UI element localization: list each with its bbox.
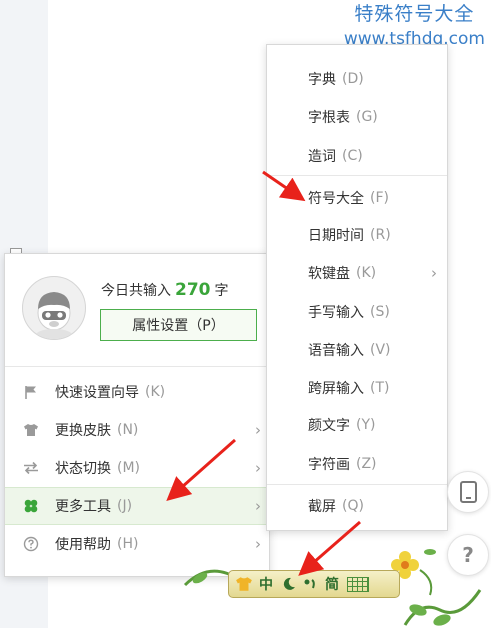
submenu-item-cross-screen[interactable]: 跨屏输入 (T) (267, 372, 447, 404)
avatar[interactable] (22, 276, 86, 340)
chevron-right-icon: › (255, 421, 261, 439)
punctuation-icon[interactable] (303, 576, 319, 592)
chevron-right-icon: › (431, 264, 437, 282)
submenu-item-radical-table[interactable]: 字根表 (G) (267, 101, 447, 133)
ime-context-menu: 今日共输入 270 字 属性设置（P） 快速设置向导 (K) 更换皮肤 (N) › … (4, 253, 270, 577)
input-count-prefix: 今日共输入 (101, 283, 171, 299)
more-tools-submenu: 字典 (D) 字根表 (G) 造词 (C) 符号大全 (F) 日期时间 (R) … (266, 44, 448, 531)
divider (267, 484, 447, 485)
menu-item-shortcut: (K) (145, 384, 166, 400)
submenu-item-label: 截屏 (308, 499, 336, 515)
submenu-item-screenshot[interactable]: 截屏 (Q) (267, 490, 447, 522)
soft-keyboard-icon[interactable] (347, 576, 369, 592)
switch-arrows-icon (23, 460, 39, 476)
menu-item-label: 更多工具 (55, 499, 111, 515)
submenu-item-shortcut: (K) (356, 265, 377, 281)
today-input-count: 今日共输入 270 字 (101, 280, 229, 300)
attribute-settings-button[interactable]: 属性设置（P） (100, 309, 257, 341)
submenu-item-label: 字典 (308, 72, 336, 88)
submenu-item-voice-input[interactable]: 语音输入 (V) (267, 334, 447, 366)
submenu-item-label: 符号大全 (308, 191, 364, 207)
tablet-button[interactable] (447, 471, 489, 513)
menu-item-quick-setup[interactable]: 快速设置向导 (K) (5, 374, 267, 410)
chevron-right-icon: › (255, 497, 261, 515)
submenu-item-date-time[interactable]: 日期时间 (R) (267, 219, 447, 251)
menu-item-shortcut: (H) (117, 536, 139, 552)
tshirt-icon (23, 422, 39, 438)
watermark-title: 特殊符号大全 (354, 3, 475, 25)
submenu-item-shortcut: (R) (370, 227, 391, 243)
submenu-item-shortcut: (S) (370, 304, 390, 320)
submenu-item-handwriting[interactable]: 手写输入 (S) (267, 296, 447, 328)
half-width-moon-icon[interactable] (281, 576, 297, 592)
submenu-item-char-art[interactable]: 字符画 (Z) (267, 448, 447, 480)
submenu-item-label: 跨屏输入 (308, 381, 364, 397)
submenu-item-label: 颜文字 (308, 418, 350, 434)
help-circle-icon (23, 536, 39, 552)
menu-item-label: 更换皮肤 (55, 423, 111, 439)
submenu-item-label: 语音输入 (308, 343, 364, 359)
menu-item-label: 快速设置向导 (55, 385, 139, 401)
submenu-item-soft-keyboard[interactable]: 软键盘 (K) › (267, 257, 447, 289)
skin-tshirt-icon[interactable] (235, 576, 253, 592)
divider (5, 366, 269, 367)
submenu-item-label: 日期时间 (308, 228, 364, 244)
menu-item-shortcut: (J) (117, 498, 133, 514)
ime-status-bar[interactable]: 中 简 (228, 570, 400, 598)
submenu-item-shortcut: (T) (370, 380, 390, 396)
simplified-mode-toggle[interactable]: 简 (325, 574, 339, 594)
chevron-right-icon: › (255, 459, 261, 477)
submenu-item-shortcut: (Q) (342, 498, 364, 514)
submenu-item-label: 软键盘 (308, 266, 350, 282)
submenu-item-shortcut: (F) (370, 190, 389, 206)
submenu-item-shortcut: (D) (342, 71, 364, 87)
menu-item-label: 状态切换 (55, 461, 111, 477)
input-count-number: 270 (175, 280, 211, 300)
submenu-item-shortcut: (C) (342, 148, 363, 164)
submenu-item-symbols[interactable]: 符号大全 (F) (267, 182, 447, 214)
input-count-suffix: 字 (214, 283, 229, 299)
submenu-item-make-word[interactable]: 造词 (C) (267, 140, 447, 172)
clover-icon (23, 498, 39, 514)
submenu-item-shortcut: (V) (370, 342, 391, 358)
submenu-item-shortcut: (Z) (356, 456, 377, 472)
submenu-item-shortcut: (Y) (356, 417, 376, 433)
menu-item-label: 使用帮助 (55, 537, 111, 553)
flag-icon (23, 384, 39, 400)
submenu-item-label: 造词 (308, 149, 336, 165)
menu-item-shortcut: (N) (117, 422, 139, 438)
submenu-item-label: 字符画 (308, 457, 350, 473)
menu-item-change-skin[interactable]: 更换皮肤 (N) › (5, 412, 267, 448)
submenu-item-shortcut: (G) (356, 109, 378, 125)
menu-item-more-tools[interactable]: 更多工具 (J) › (5, 487, 267, 525)
tablet-icon (459, 481, 477, 503)
submenu-item-label: 字根表 (308, 110, 350, 126)
chinese-mode-toggle[interactable]: 中 (259, 574, 273, 594)
submenu-item-dictionary[interactable]: 字典 (D) (267, 63, 447, 95)
divider (267, 175, 447, 176)
submenu-item-emoticons[interactable]: 颜文字 (Y) (267, 409, 447, 441)
submenu-item-label: 手写输入 (308, 305, 364, 321)
menu-item-shortcut: (M) (117, 460, 141, 476)
menu-item-status-switch[interactable]: 状态切换 (M) › (5, 450, 267, 486)
user-avatar-icon (33, 292, 75, 339)
